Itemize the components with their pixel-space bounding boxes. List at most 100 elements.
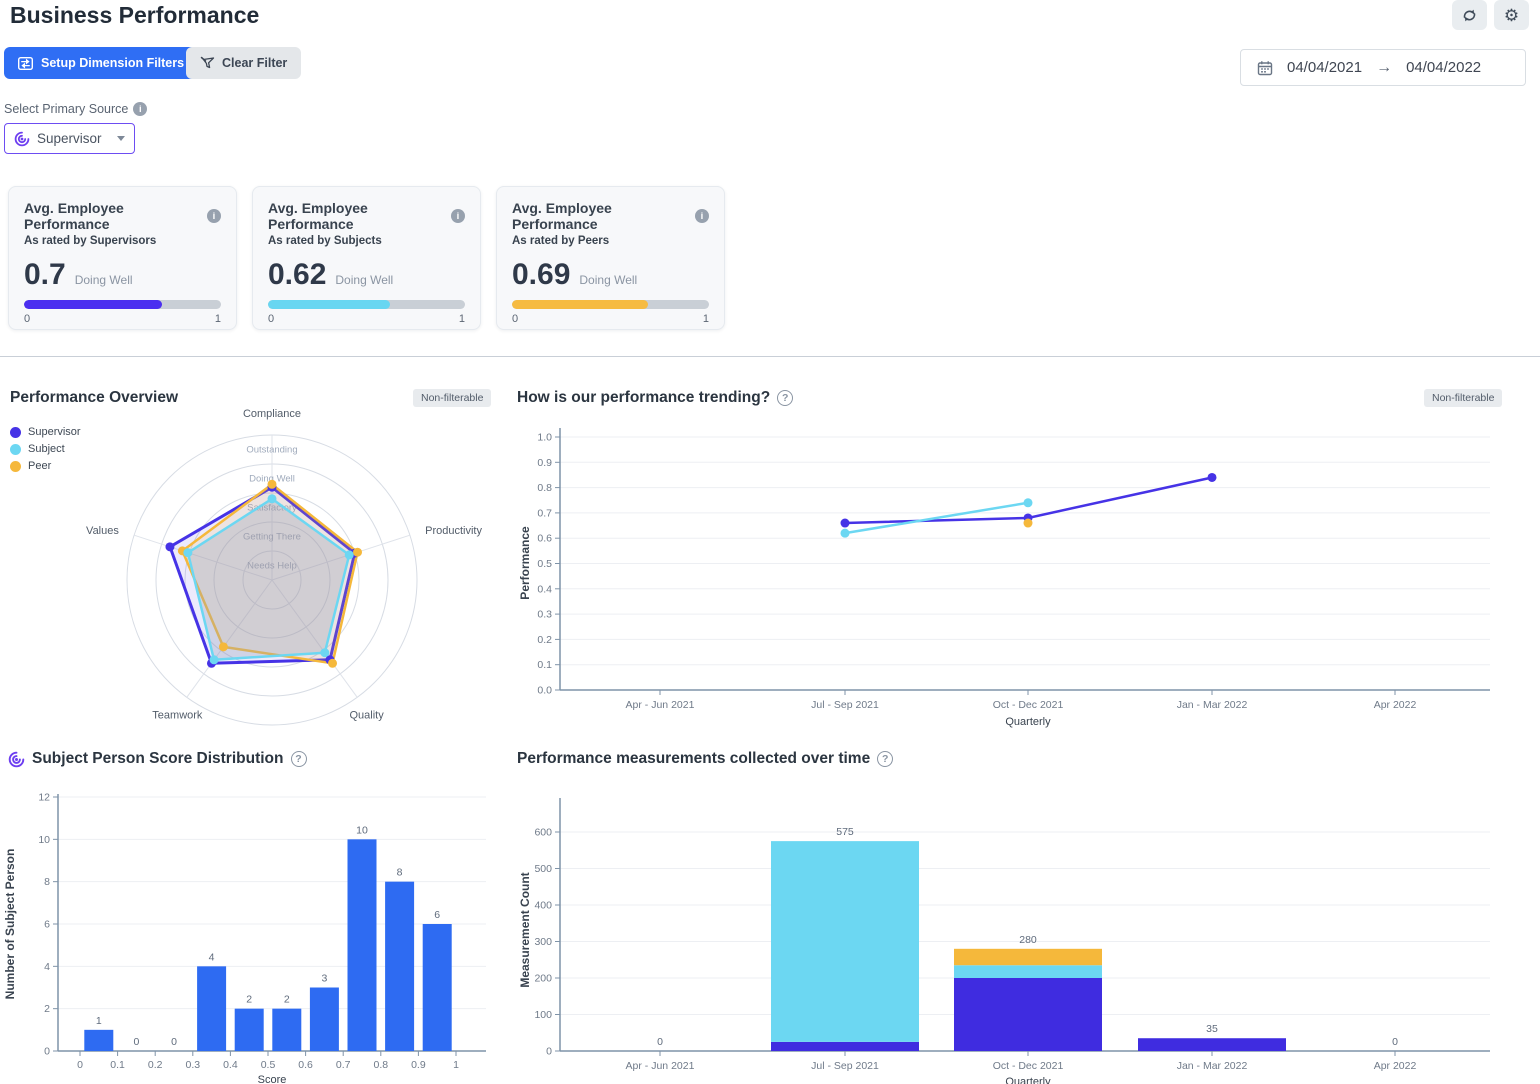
svg-text:1: 1 — [453, 1059, 459, 1071]
svg-text:12: 12 — [38, 792, 50, 804]
kpi-card-supervisors: Avg. Employee Performancei As rated by S… — [8, 186, 237, 330]
setup-dimension-filters-button[interactable]: Setup Dimension Filters — [4, 47, 198, 79]
svg-text:8: 8 — [397, 867, 403, 879]
svg-text:Oct - Dec 2021: Oct - Dec 2021 — [993, 699, 1064, 711]
kpi-value: 0.62 — [268, 258, 326, 292]
kpi-max: 1 — [703, 313, 709, 325]
svg-text:Compliance: Compliance — [243, 408, 301, 420]
kpi-value: 0.7 — [24, 258, 66, 292]
help-icon[interactable]: ? — [291, 751, 307, 767]
settings-button[interactable]: ⚙ — [1494, 0, 1529, 30]
svg-text:0.2: 0.2 — [537, 634, 552, 646]
non-filterable-badge: Non-filterable — [1424, 389, 1502, 407]
svg-text:0.0: 0.0 — [537, 685, 552, 697]
meas-bar-supervisor — [771, 1042, 919, 1051]
primary-source-dropdown[interactable]: Supervisor — [4, 123, 135, 154]
info-icon[interactable]: i — [133, 102, 147, 116]
meas-bar-supervisor — [1138, 1038, 1286, 1051]
svg-text:0.3: 0.3 — [185, 1059, 200, 1071]
svg-text:35: 35 — [1206, 1023, 1218, 1035]
svg-text:Productivity: Productivity — [425, 525, 482, 537]
svg-text:2: 2 — [44, 1003, 50, 1015]
svg-text:4: 4 — [209, 951, 215, 963]
svg-text:Apr - Jun 2021: Apr - Jun 2021 — [626, 699, 695, 711]
svg-text:Quarterly: Quarterly — [1005, 716, 1051, 728]
svg-text:0.2: 0.2 — [148, 1059, 163, 1071]
svg-text:Apr 2022: Apr 2022 — [1374, 1060, 1417, 1072]
svg-text:Values: Values — [86, 525, 119, 537]
svg-text:Performance: Performance — [518, 526, 532, 600]
svg-text:0.9: 0.9 — [411, 1059, 426, 1071]
date-range-picker[interactable]: 04/04/2021 → 04/04/2022 — [1240, 49, 1526, 86]
kpi-title: Avg. Employee Performancei — [24, 200, 221, 232]
dashboard-page: Business Performance ⚙ Setup Dimension F… — [0, 0, 1540, 1084]
svg-text:0: 0 — [44, 1046, 50, 1058]
kpi-subtitle: As rated by Peers — [512, 235, 709, 247]
refresh-icon — [1461, 7, 1478, 24]
svg-text:0.6: 0.6 — [298, 1059, 313, 1071]
svg-text:0.1: 0.1 — [110, 1059, 125, 1071]
svg-text:10: 10 — [356, 824, 368, 836]
svg-text:0.1: 0.1 — [537, 659, 552, 671]
dist-bar — [84, 1030, 113, 1051]
svg-text:Apr - Jun 2021: Apr - Jun 2021 — [626, 1060, 695, 1072]
date-end[interactable]: 04/04/2022 — [1406, 59, 1481, 76]
svg-text:400: 400 — [534, 900, 552, 912]
svg-text:Quality: Quality — [350, 709, 385, 721]
svg-text:Apr 2022: Apr 2022 — [1374, 699, 1417, 711]
svg-text:0.6: 0.6 — [537, 533, 552, 545]
kpi-title: Avg. Employee Performancei — [268, 200, 465, 232]
source-swirl-icon — [14, 131, 30, 147]
kpi-progress-track — [512, 300, 709, 309]
kpi-status: Doing Well — [335, 273, 393, 287]
dist-bar — [348, 839, 377, 1051]
info-icon[interactable]: i — [695, 209, 709, 223]
info-icon[interactable]: i — [207, 209, 221, 223]
trend-line-chart: 0.00.10.20.30.40.50.60.70.80.91.0Apr - J… — [517, 420, 1540, 732]
kpi-card-peers: Avg. Employee Performancei As rated by P… — [496, 186, 725, 330]
measurements-section-title: Performance measurements collected over … — [517, 750, 893, 768]
distribution-section-title: Subject Person Score Distribution ? — [8, 750, 307, 768]
meas-bar-subject — [954, 965, 1102, 978]
svg-text:100: 100 — [534, 1009, 552, 1021]
brand-swirl-icon — [8, 751, 25, 768]
svg-text:Outstanding: Outstanding — [246, 445, 297, 456]
dist-bar — [385, 882, 414, 1051]
meas-bar-subject — [771, 841, 919, 1042]
svg-text:6: 6 — [44, 919, 50, 931]
svg-text:0.5: 0.5 — [261, 1059, 276, 1071]
kpi-subtitle: As rated by Subjects — [268, 235, 465, 247]
dimension-filters-icon — [18, 57, 33, 70]
kpi-title: Avg. Employee Performancei — [512, 200, 709, 232]
info-icon[interactable]: i — [451, 209, 465, 223]
svg-text:4: 4 — [44, 961, 50, 973]
svg-text:0.9: 0.9 — [537, 457, 552, 469]
svg-text:Oct - Dec 2021: Oct - Dec 2021 — [993, 1060, 1064, 1072]
calendar-icon — [1257, 60, 1273, 76]
page-title: Business Performance — [10, 2, 259, 29]
svg-text:Measurement Count: Measurement Count — [518, 872, 532, 987]
date-start[interactable]: 04/04/2021 — [1287, 59, 1362, 76]
svg-text:200: 200 — [534, 973, 552, 985]
radar-chart: OutstandingDoing WellSatisfactoryGetting… — [0, 405, 500, 735]
svg-text:Jul - Sep 2021: Jul - Sep 2021 — [811, 699, 879, 711]
kpi-progress-fill — [268, 300, 390, 309]
kpi-min: 0 — [512, 313, 518, 325]
svg-text:2: 2 — [284, 994, 290, 1006]
kpi-status: Doing Well — [579, 273, 637, 287]
svg-text:Jan - Mar 2022: Jan - Mar 2022 — [1177, 699, 1248, 711]
chevron-down-icon — [117, 136, 125, 141]
primary-source-label: Select Primary Source i — [4, 102, 147, 116]
help-icon[interactable]: ? — [877, 751, 893, 767]
date-arrow-icon: → — [1376, 59, 1392, 77]
help-icon[interactable]: ? — [777, 390, 793, 406]
svg-text:600: 600 — [534, 827, 552, 839]
svg-text:0.8: 0.8 — [537, 482, 552, 494]
svg-text:2: 2 — [246, 994, 252, 1006]
refresh-button[interactable] — [1452, 0, 1487, 30]
kpi-max: 1 — [215, 313, 221, 325]
clear-filter-button[interactable]: Clear Filter — [186, 47, 301, 79]
svg-text:Teamwork: Teamwork — [152, 709, 203, 721]
svg-text:0.8: 0.8 — [373, 1059, 388, 1071]
meas-bar-peer — [954, 949, 1102, 965]
